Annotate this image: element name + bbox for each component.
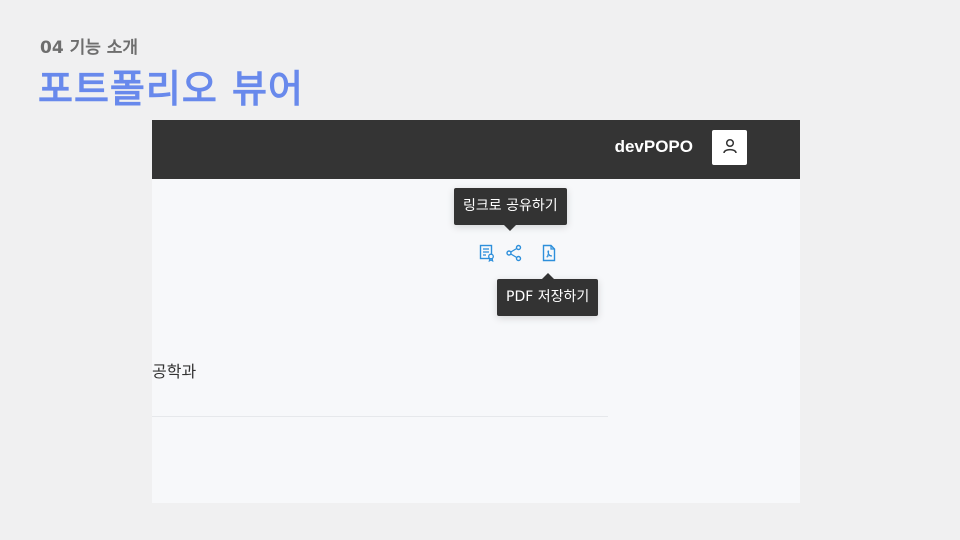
app-screenshot: devPOPO 링크로 공유하기 PDF 저장하기 공학과 [152,120,800,503]
pdf-icon [540,244,558,266]
pdf-tooltip: PDF 저장하기 [497,273,599,316]
slide-subtitle: 04 기능 소개 [40,38,139,58]
certificate-icon [478,244,496,266]
section-divider [152,416,608,417]
user-profile-button[interactable] [712,130,747,165]
username-label[interactable]: devPOPO [615,137,693,157]
user-icon [721,137,739,159]
share-tooltip: 링크로 공유하기 [454,188,567,231]
share-icon [505,244,523,266]
pdf-button[interactable] [540,244,558,266]
share-button[interactable] [505,244,523,266]
top-navbar: devPOPO [152,120,800,179]
certificate-button[interactable] [478,244,496,266]
department-text: 공학과 [152,362,197,381]
slide-title: 포트폴리오 뷰어 [38,67,304,111]
